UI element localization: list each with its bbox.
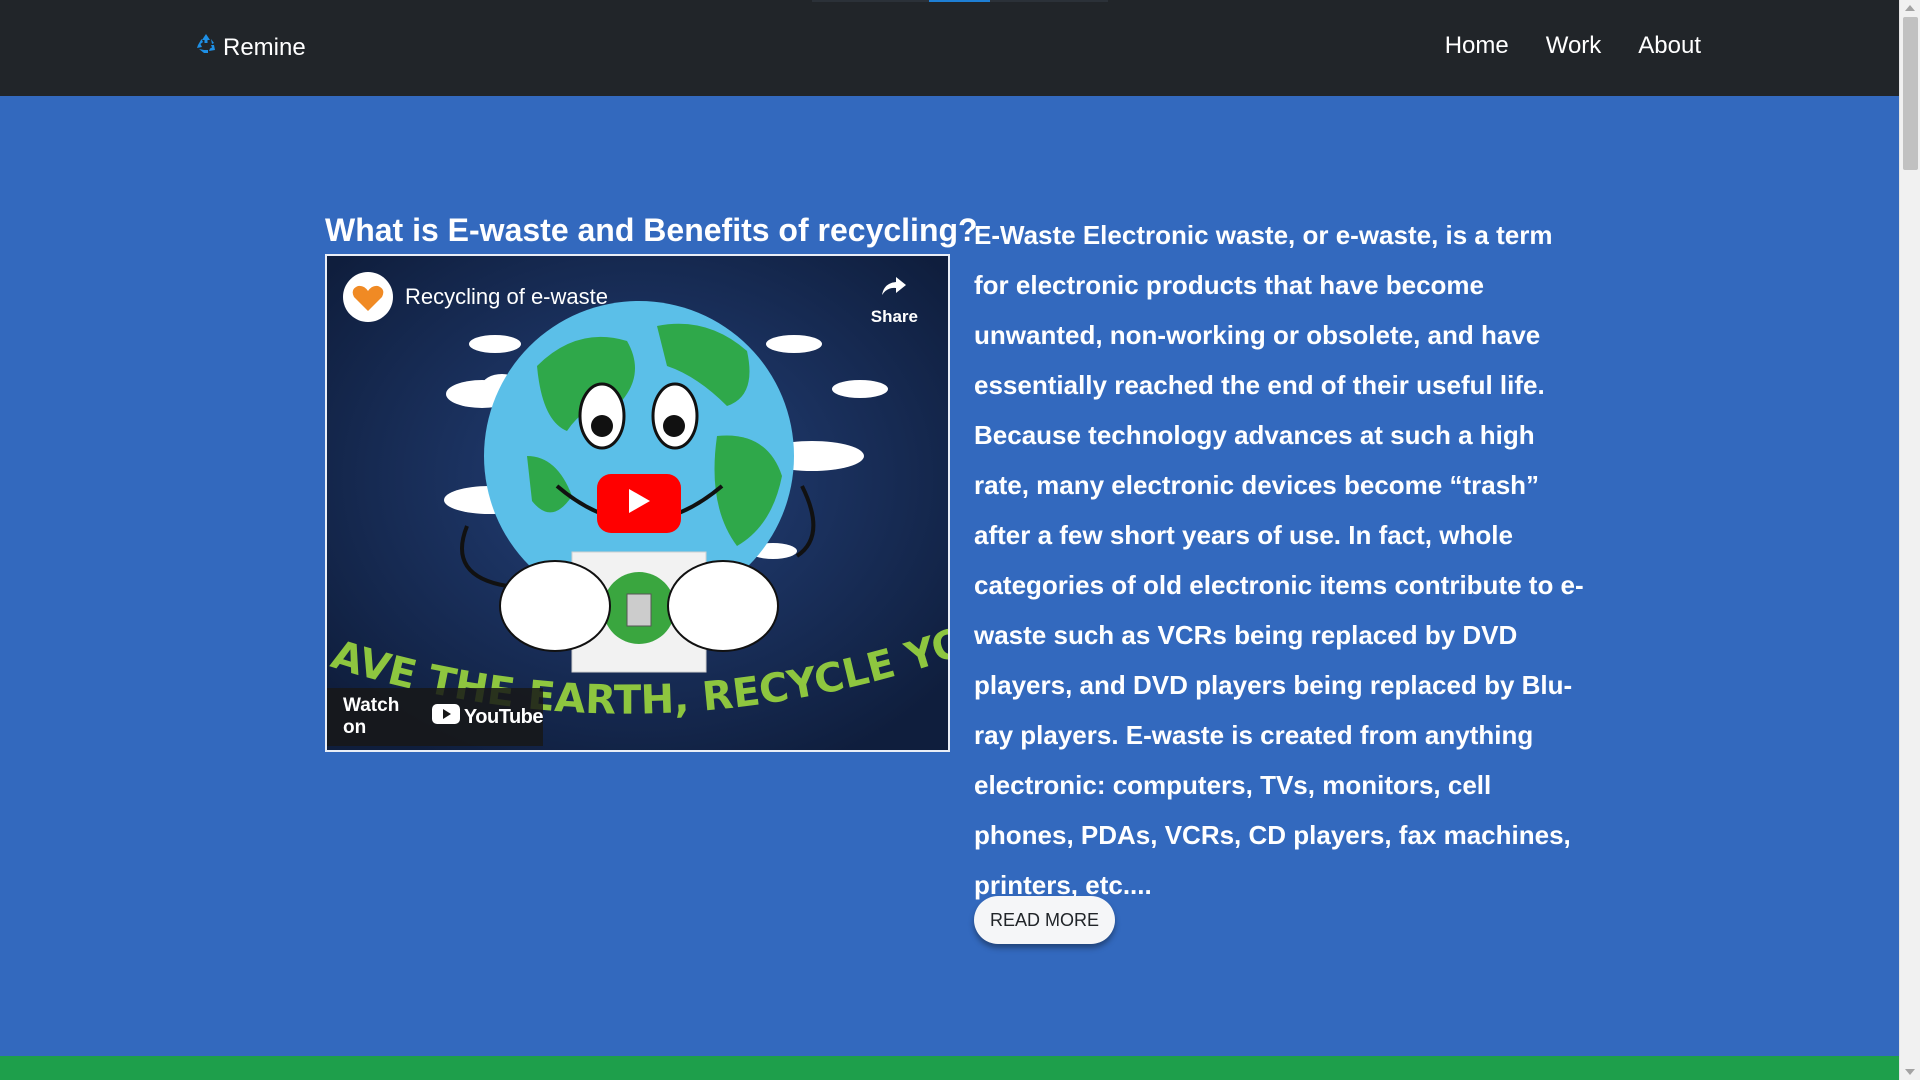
nav-links: Home Work About — [1445, 32, 1701, 60]
share-label: Share — [870, 307, 918, 326]
brand-name: Remine — [223, 33, 306, 61]
youtube-video-embed[interactable]: AVE THE EARTH, RECYCLE YOUR E-WAST Recyc… — [325, 254, 950, 752]
play-icon — [627, 488, 651, 519]
page-scrollbar[interactable] — [1899, 0, 1920, 1080]
top-navbar: Remine Home Work About — [0, 0, 1899, 96]
ewaste-description: E-Waste Electronic waste, or e-waste, is… — [974, 220, 1584, 900]
watch-on-youtube-button[interactable]: Watch on YouTube — [327, 688, 544, 746]
youtube-icon — [431, 704, 460, 730]
nav-link-about[interactable]: About — [1638, 32, 1701, 60]
nav-link-work[interactable]: Work — [1546, 32, 1602, 60]
brand-logo-link[interactable]: Remine — [193, 31, 306, 64]
share-icon — [880, 274, 908, 303]
youtube-wordmark: YouTube — [463, 705, 544, 728]
read-more-button[interactable]: READ MORE — [974, 896, 1115, 944]
share-button[interactable]: Share — [871, 274, 918, 327]
scroll-down-arrow-icon[interactable] — [1905, 1069, 1915, 1075]
recycle-icon — [193, 31, 219, 64]
play-button[interactable] — [597, 474, 681, 533]
section-title: What is E-waste and Benefits of recyclin… — [325, 212, 978, 248]
channel-avatar[interactable] — [343, 272, 393, 322]
heart-logo-icon — [352, 285, 384, 311]
scrollbar-thumb[interactable] — [1903, 17, 1918, 170]
youtube-logo: YouTube — [431, 704, 544, 730]
video-title[interactable]: Recycling of e-waste — [405, 284, 608, 310]
footer-green-band — [0, 1056, 1899, 1080]
scroll-progress-indicator — [929, 0, 990, 2]
watch-on-label: Watch on — [343, 695, 400, 738]
scroll-up-arrow-icon[interactable] — [1905, 5, 1915, 11]
nav-link-home[interactable]: Home — [1445, 32, 1509, 60]
